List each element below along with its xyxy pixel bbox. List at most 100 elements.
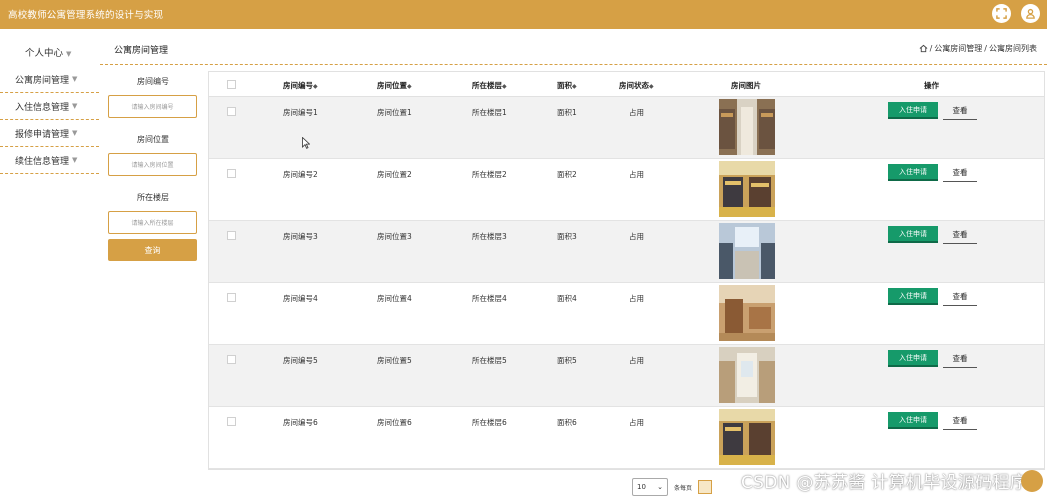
top-bar: 高校教师公寓管理系统的设计与实现 xyxy=(0,0,1047,29)
breadcrumb-separator: / xyxy=(929,44,933,53)
pagination: 10 ⌄ 条每页 xyxy=(632,478,713,496)
cell-location: 房间位置4 xyxy=(377,294,412,303)
breadcrumb-item-room-management[interactable]: 公寓房间管理 xyxy=(934,43,982,54)
cell-room-no: 房间编号4 xyxy=(283,294,318,303)
cell-area: 面积1 xyxy=(557,108,577,117)
apply-checkin-button[interactable]: 入住申请 xyxy=(888,350,938,367)
row-checkbox[interactable] xyxy=(227,231,236,240)
user-center-menu[interactable]: 个人中心 ▼ xyxy=(25,45,71,59)
apply-checkin-button[interactable]: 入住申请 xyxy=(888,412,938,429)
cell-location: 房间位置5 xyxy=(377,356,412,365)
view-button[interactable]: 查看 xyxy=(943,288,977,306)
cell-location: 房间位置6 xyxy=(377,418,412,427)
row-checkbox[interactable] xyxy=(227,169,236,178)
table-row: 房间编号3 房间位置3 所在楼层3 面积3 占用 入住申请 查看 xyxy=(209,221,1044,283)
floor-input[interactable]: 请输入所在楼层 xyxy=(108,211,197,234)
apply-checkin-button[interactable]: 入住申请 xyxy=(888,102,938,119)
cell-area: 面积3 xyxy=(557,232,577,241)
chevron-down-icon: ▼ xyxy=(72,75,78,83)
sort-icon: ◆ xyxy=(572,83,577,90)
query-button[interactable]: 查询 xyxy=(108,239,197,261)
section-title: 公寓房间管理 xyxy=(114,46,169,56)
table-row: 房间编号1 房间位置1 所在楼层1 面积1 占用 入住申请 查看 xyxy=(209,97,1044,159)
table-row: 房间编号2 房间位置2 所在楼层2 面积2 占用 入住申请 查看 xyxy=(209,159,1044,221)
cell-status: 占用 xyxy=(629,170,644,179)
sidebar-item-room-management[interactable]: 公寓房间管理 ▼ xyxy=(0,66,99,93)
home-icon[interactable] xyxy=(919,44,928,53)
cell-room-no: 房间编号5 xyxy=(283,356,318,365)
user-icon[interactable] xyxy=(1021,4,1040,23)
col-actions: 操作 xyxy=(924,81,939,90)
view-button[interactable]: 查看 xyxy=(943,350,977,368)
room-photo[interactable] xyxy=(719,347,775,403)
room-photo[interactable] xyxy=(719,285,775,341)
sort-icon: ◆ xyxy=(407,83,412,90)
row-checkbox[interactable] xyxy=(227,355,236,364)
cell-area: 面积6 xyxy=(557,418,577,427)
room-photo[interactable] xyxy=(719,409,775,465)
room-table: 房间编号◆ 房间位置◆ 所在楼层◆ 面积◆ 房间状态◆ 房间图片 操作 房间编号… xyxy=(208,71,1045,470)
view-button[interactable]: 查看 xyxy=(943,164,977,182)
cell-status: 占用 xyxy=(629,294,644,303)
sort-icon: ◆ xyxy=(502,83,507,90)
breadcrumb-item-room-list: 公寓房间列表 xyxy=(989,44,1037,53)
cell-floor: 所在楼层3 xyxy=(472,232,507,241)
sidebar-item-label: 续住信息管理 xyxy=(15,156,70,167)
chevron-down-icon: ⌄ xyxy=(657,483,663,491)
room-photo[interactable] xyxy=(719,161,775,217)
row-checkbox[interactable] xyxy=(227,107,236,116)
col-location[interactable]: 房间位置◆ xyxy=(377,80,412,91)
cell-status: 占用 xyxy=(629,108,644,117)
floor-label: 所在楼层 xyxy=(137,193,169,202)
cell-floor: 所在楼层6 xyxy=(472,418,507,427)
col-area[interactable]: 面积◆ xyxy=(557,80,577,91)
apply-checkin-button[interactable]: 入住申请 xyxy=(888,164,938,181)
cell-floor: 所在楼层2 xyxy=(472,170,507,179)
view-button[interactable]: 查看 xyxy=(943,102,977,120)
page-size-select[interactable]: 10 ⌄ xyxy=(632,478,668,496)
row-checkbox[interactable] xyxy=(227,293,236,302)
chevron-down-icon: ▼ xyxy=(66,50,72,58)
cell-floor: 所在楼层1 xyxy=(472,108,507,117)
sidebar-item-checkin[interactable]: 入住信息管理 ▼ xyxy=(0,93,99,120)
location-input[interactable]: 请输入房间位置 xyxy=(108,153,197,176)
view-button[interactable]: 查看 xyxy=(943,226,977,244)
apply-checkin-button[interactable]: 入住申请 xyxy=(888,288,938,305)
room-photo[interactable] xyxy=(719,99,775,155)
floating-action-button[interactable] xyxy=(1021,470,1043,492)
room-no-label: 房间编号 xyxy=(137,77,169,86)
fullscreen-icon[interactable] xyxy=(992,4,1011,23)
table-row: 房间编号6 房间位置6 所在楼层6 面积6 占用 入住申请 查看 xyxy=(209,407,1044,469)
cell-status: 占用 xyxy=(629,232,644,241)
row-checkbox[interactable] xyxy=(227,417,236,426)
cell-location: 房间位置1 xyxy=(377,108,412,117)
sidebar-item-renewal[interactable]: 续住信息管理 ▼ xyxy=(0,147,99,174)
sidebar-item-label: 公寓房间管理 xyxy=(15,75,70,86)
location-label: 房间位置 xyxy=(137,135,169,144)
cell-status: 占用 xyxy=(629,418,644,427)
col-room-no[interactable]: 房间编号◆ xyxy=(283,80,318,91)
room-no-input[interactable]: 请输入房间编号 xyxy=(108,95,197,118)
page-size-value: 10 xyxy=(637,483,646,491)
col-floor[interactable]: 所在楼层◆ xyxy=(472,80,507,91)
per-page-label: 条每页 xyxy=(674,484,693,492)
table-row: 房间编号4 房间位置4 所在楼层4 面积4 占用 入住申请 查看 xyxy=(209,283,1044,345)
cell-area: 面积4 xyxy=(557,294,577,303)
col-photo: 房间图片 xyxy=(731,81,761,90)
app-title: 高校教师公寓管理系统的设计与实现 xyxy=(8,10,164,21)
apply-checkin-button[interactable]: 入住申请 xyxy=(888,226,938,243)
cell-location: 房间位置3 xyxy=(377,232,412,241)
cell-area: 面积5 xyxy=(557,356,577,365)
cell-floor: 所在楼层5 xyxy=(472,356,507,365)
view-button[interactable]: 查看 xyxy=(943,412,977,430)
room-photo[interactable] xyxy=(719,223,775,279)
col-status[interactable]: 房间状态◆ xyxy=(619,80,654,91)
table-row: 房间编号5 房间位置5 所在楼层5 面积5 占用 入住申请 查看 xyxy=(209,345,1044,407)
page-indicator[interactable] xyxy=(698,480,713,494)
cell-room-no: 房间编号1 xyxy=(283,108,318,117)
sidebar: 公寓房间管理 ▼ 入住信息管理 ▼ 报修申请管理 ▼ 续住信息管理 ▼ xyxy=(0,66,99,174)
sidebar-item-repair[interactable]: 报修申请管理 ▼ xyxy=(0,120,99,147)
cell-area: 面积2 xyxy=(557,170,577,179)
breadcrumb-separator: / xyxy=(984,44,987,53)
select-all-checkbox[interactable] xyxy=(227,80,236,89)
